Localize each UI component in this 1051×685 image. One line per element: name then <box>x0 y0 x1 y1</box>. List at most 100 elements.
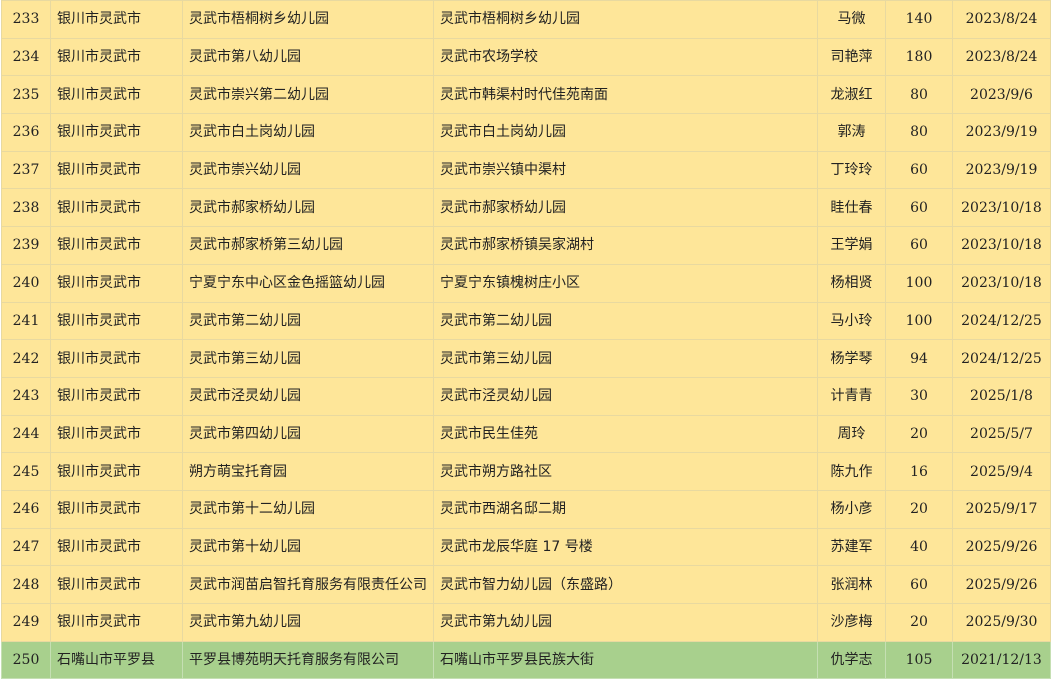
address-cell[interactable]: 灵武市西湖名邸二期 <box>433 489 818 529</box>
address-cell[interactable]: 宁夏宁东镇槐树庄小区 <box>433 263 818 303</box>
contact-person-cell[interactable]: 计青青 <box>817 376 886 416</box>
contact-person-cell[interactable]: 沙彦梅 <box>817 603 886 642</box>
contact-person-cell[interactable]: 周玲 <box>817 414 886 454</box>
city-cell[interactable]: 银川市灵武市 <box>50 489 183 529</box>
contact-person-cell[interactable]: 张润林 <box>817 565 886 604</box>
row-number[interactable]: 237 <box>1 150 51 190</box>
address-cell[interactable]: 灵武市民生佳苑 <box>433 414 818 454</box>
capacity-cell[interactable]: 60 <box>885 188 953 228</box>
city-cell[interactable]: 银川市灵武市 <box>50 37 183 77</box>
capacity-cell[interactable]: 60 <box>885 226 953 265</box>
row-number[interactable]: 240 <box>1 263 51 303</box>
city-cell[interactable]: 银川市灵武市 <box>50 226 183 265</box>
row-number[interactable]: 236 <box>1 113 51 152</box>
city-cell[interactable]: 银川市灵武市 <box>50 0 183 39</box>
address-cell[interactable]: 灵武市龙辰华庭 17 号楼 <box>433 527 818 567</box>
city-cell[interactable]: 银川市灵武市 <box>50 527 183 567</box>
contact-person-cell[interactable]: 马微 <box>817 0 886 39</box>
address-cell[interactable]: 石嘴山市平罗县民族大街 <box>433 640 818 680</box>
capacity-cell[interactable]: 140 <box>885 0 953 39</box>
address-cell[interactable]: 灵武市崇兴镇中渠村 <box>433 150 818 190</box>
date-cell[interactable]: 2025/9/4 <box>952 452 1051 491</box>
date-cell[interactable]: 2023/8/24 <box>952 0 1051 39</box>
capacity-cell[interactable]: 20 <box>885 603 953 642</box>
address-cell[interactable]: 灵武市梧桐树乡幼儿园 <box>433 0 818 39</box>
date-cell[interactable]: 2025/9/17 <box>952 489 1051 529</box>
address-cell[interactable]: 灵武市郝家桥镇吴家湖村 <box>433 226 818 265</box>
address-cell[interactable]: 灵武市朔方路社区 <box>433 452 818 491</box>
city-cell[interactable]: 石嘴山市平罗县 <box>50 640 183 680</box>
city-cell[interactable]: 银川市灵武市 <box>50 603 183 642</box>
capacity-cell[interactable]: 180 <box>885 37 953 77</box>
capacity-cell[interactable]: 100 <box>885 263 953 303</box>
capacity-cell[interactable]: 94 <box>885 339 953 378</box>
date-cell[interactable]: 2025/5/7 <box>952 414 1051 454</box>
contact-person-cell[interactable]: 杨小彦 <box>817 489 886 529</box>
capacity-cell[interactable]: 105 <box>885 640 953 680</box>
city-cell[interactable]: 银川市灵武市 <box>50 565 183 604</box>
capacity-cell[interactable]: 80 <box>885 75 953 115</box>
contact-person-cell[interactable]: 杨学琴 <box>817 339 886 378</box>
row-number[interactable]: 241 <box>1 301 51 341</box>
date-cell[interactable]: 2023/10/18 <box>952 188 1051 228</box>
institution-name-cell[interactable]: 灵武市郝家桥第三幼儿园 <box>182 226 434 265</box>
row-number[interactable]: 247 <box>1 527 51 567</box>
contact-person-cell[interactable]: 杨相贤 <box>817 263 886 303</box>
city-cell[interactable]: 银川市灵武市 <box>50 188 183 228</box>
capacity-cell[interactable]: 60 <box>885 150 953 190</box>
row-number[interactable]: 242 <box>1 339 51 378</box>
contact-person-cell[interactable]: 龙淑红 <box>817 75 886 115</box>
institution-name-cell[interactable]: 灵武市第八幼儿园 <box>182 37 434 77</box>
row-number[interactable]: 246 <box>1 489 51 529</box>
date-cell[interactable]: 2023/8/24 <box>952 37 1051 77</box>
capacity-cell[interactable]: 20 <box>885 414 953 454</box>
address-cell[interactable]: 灵武市智力幼儿园（东盛路） <box>433 565 818 604</box>
row-number[interactable]: 238 <box>1 188 51 228</box>
city-cell[interactable]: 银川市灵武市 <box>50 301 183 341</box>
address-cell[interactable]: 灵武市泾灵幼儿园 <box>433 376 818 416</box>
address-cell[interactable]: 灵武市韩渠村时代佳苑南面 <box>433 75 818 115</box>
row-number[interactable]: 239 <box>1 226 51 265</box>
city-cell[interactable]: 银川市灵武市 <box>50 75 183 115</box>
date-cell[interactable]: 2023/9/19 <box>952 113 1051 152</box>
contact-person-cell[interactable]: 丁玲玲 <box>817 150 886 190</box>
contact-person-cell[interactable]: 马小玲 <box>817 301 886 341</box>
contact-person-cell[interactable]: 眭仕春 <box>817 188 886 228</box>
city-cell[interactable]: 银川市灵武市 <box>50 452 183 491</box>
institution-name-cell[interactable]: 灵武市第三幼儿园 <box>182 339 434 378</box>
institution-name-cell[interactable]: 灵武市崇兴第二幼儿园 <box>182 75 434 115</box>
contact-person-cell[interactable]: 仇学志 <box>817 640 886 680</box>
capacity-cell[interactable]: 80 <box>885 113 953 152</box>
institution-name-cell[interactable]: 宁夏宁东中心区金色摇篮幼儿园 <box>182 263 434 303</box>
institution-name-cell[interactable]: 灵武市郝家桥幼儿园 <box>182 188 434 228</box>
institution-name-cell[interactable]: 朔方萌宝托育园 <box>182 452 434 491</box>
date-cell[interactable]: 2021/12/13 <box>952 640 1051 680</box>
row-number[interactable]: 248 <box>1 565 51 604</box>
contact-person-cell[interactable]: 司艳萍 <box>817 37 886 77</box>
capacity-cell[interactable]: 20 <box>885 489 953 529</box>
date-cell[interactable]: 2025/9/26 <box>952 527 1051 567</box>
city-cell[interactable]: 银川市灵武市 <box>50 414 183 454</box>
capacity-cell[interactable]: 100 <box>885 301 953 341</box>
institution-name-cell[interactable]: 灵武市崇兴幼儿园 <box>182 150 434 190</box>
date-cell[interactable]: 2023/9/6 <box>952 75 1051 115</box>
city-cell[interactable]: 银川市灵武市 <box>50 150 183 190</box>
row-number[interactable]: 245 <box>1 452 51 491</box>
city-cell[interactable]: 银川市灵武市 <box>50 113 183 152</box>
institution-name-cell[interactable]: 灵武市白土岗幼儿园 <box>182 113 434 152</box>
date-cell[interactable]: 2023/10/18 <box>952 263 1051 303</box>
date-cell[interactable]: 2025/1/8 <box>952 376 1051 416</box>
contact-person-cell[interactable]: 王学娟 <box>817 226 886 265</box>
row-number[interactable]: 234 <box>1 37 51 77</box>
institution-name-cell[interactable]: 灵武市梧桐树乡幼儿园 <box>182 0 434 39</box>
institution-name-cell[interactable]: 灵武市第二幼儿园 <box>182 301 434 341</box>
address-cell[interactable]: 灵武市农场学校 <box>433 37 818 77</box>
date-cell[interactable]: 2024/12/25 <box>952 339 1051 378</box>
contact-person-cell[interactable]: 苏建军 <box>817 527 886 567</box>
institution-name-cell[interactable]: 灵武市第十幼儿园 <box>182 527 434 567</box>
address-cell[interactable]: 灵武市第二幼儿园 <box>433 301 818 341</box>
address-cell[interactable]: 灵武市郝家桥幼儿园 <box>433 188 818 228</box>
date-cell[interactable]: 2025/9/26 <box>952 565 1051 604</box>
contact-person-cell[interactable]: 郭涛 <box>817 113 886 152</box>
date-cell[interactable]: 2023/9/19 <box>952 150 1051 190</box>
